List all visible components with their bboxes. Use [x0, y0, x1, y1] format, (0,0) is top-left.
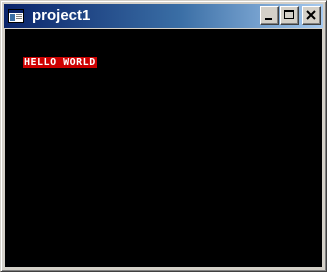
app-window-icon[interactable]: [8, 8, 24, 24]
app-window: project1 HELLO WORLD: [0, 0, 327, 272]
close-button[interactable]: [302, 6, 321, 25]
maximize-button[interactable]: [280, 6, 299, 25]
hello-world-text: HELLO WORLD: [23, 57, 97, 68]
window-title: project1: [32, 7, 91, 24]
client-area[interactable]: HELLO WORLD: [5, 29, 322, 267]
minimize-button[interactable]: [260, 6, 279, 25]
title-bar[interactable]: project1: [4, 4, 323, 28]
